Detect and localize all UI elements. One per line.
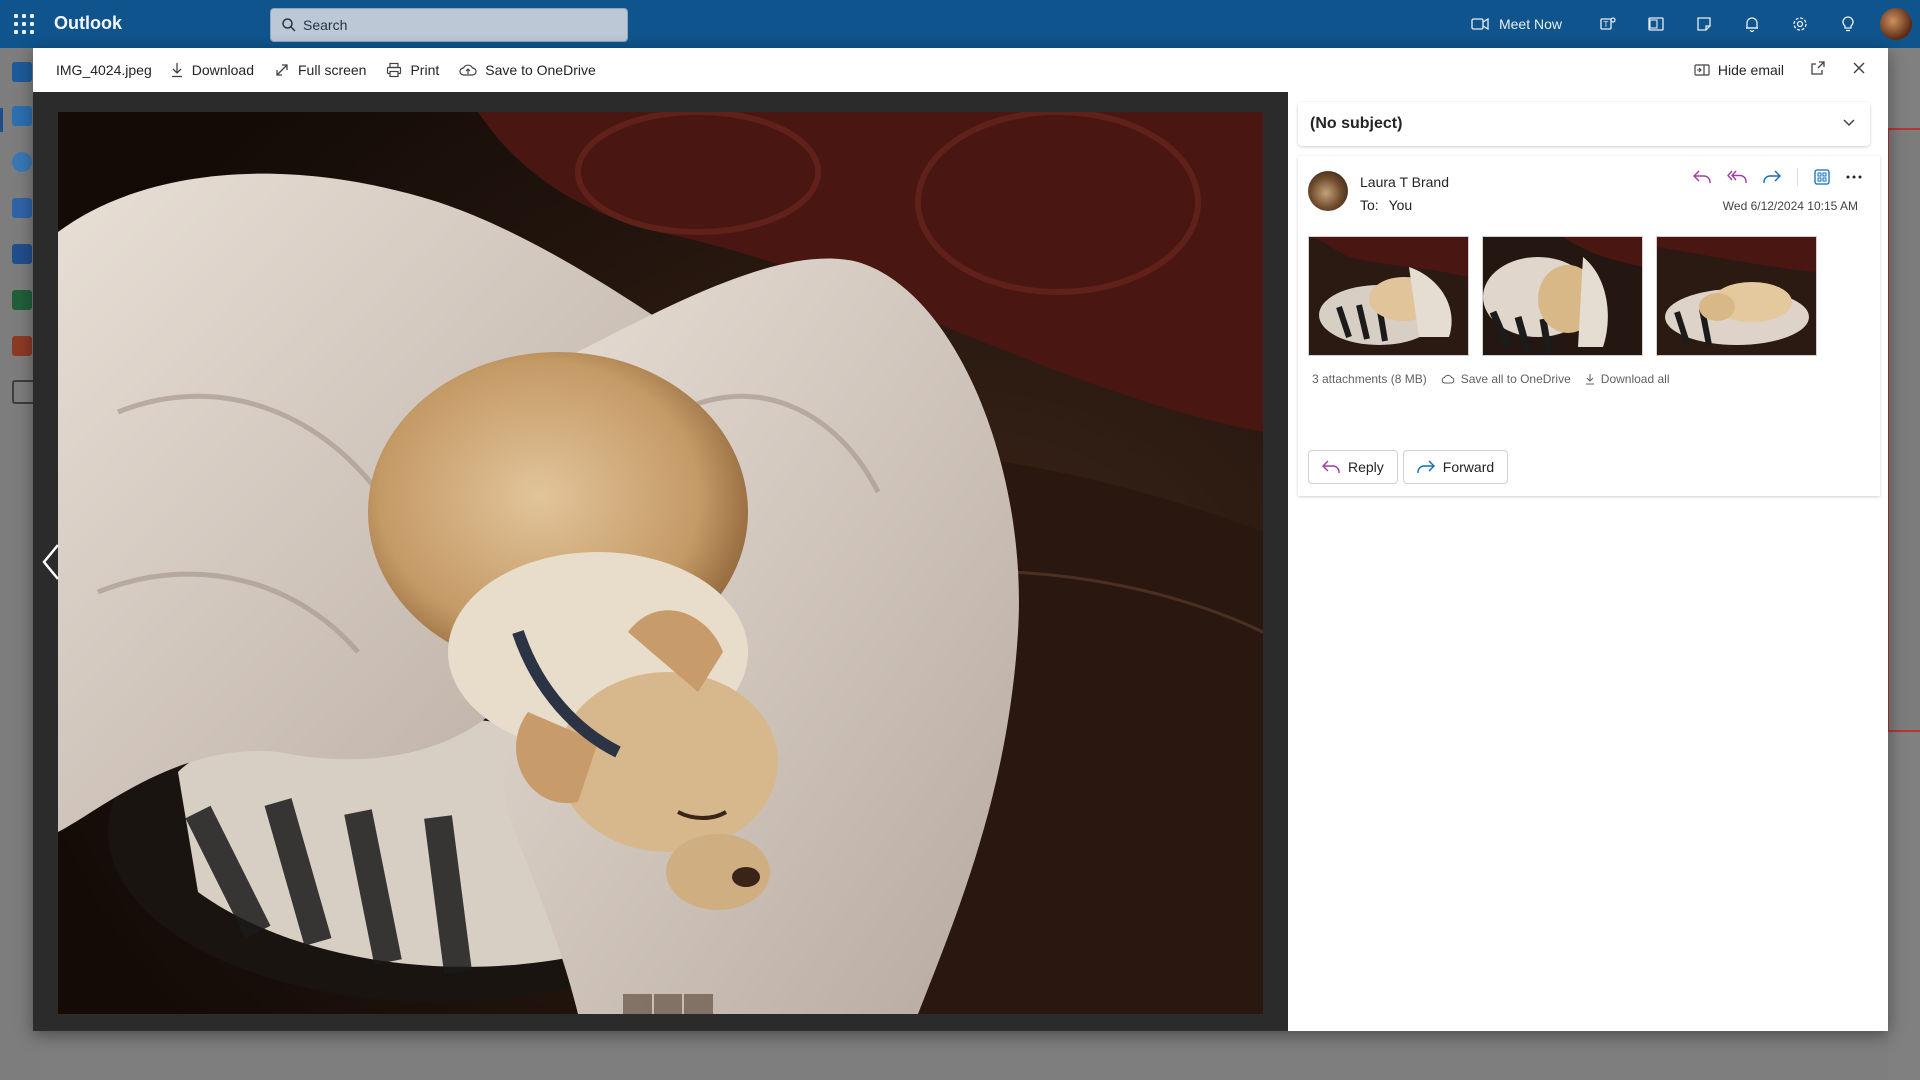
printer-icon [387, 62, 402, 78]
notes-icon[interactable] [1680, 0, 1728, 48]
teams-icon[interactable]: T [1584, 0, 1632, 48]
download-all-button[interactable]: Download all [1585, 372, 1670, 386]
attachments-count: 3 attachments (8 MB) [1312, 372, 1427, 386]
message-date: Wed 6/12/2024 10:15 AM [1722, 199, 1858, 213]
image-viewer [33, 92, 1288, 1031]
message-card: Laura T Brand To: You Wed 6/12/2024 10:1… [1298, 156, 1880, 496]
search-placeholder: Search [303, 17, 348, 33]
download-button[interactable]: Download [170, 62, 254, 78]
user-avatar[interactable] [1880, 8, 1912, 40]
download-label: Download [191, 62, 254, 78]
forward-icon [1417, 460, 1435, 473]
previous-image-button[interactable] [41, 542, 61, 587]
reply-all-icon[interactable] [1727, 170, 1747, 184]
to-value[interactable]: You [1389, 197, 1413, 213]
to-label: To: [1360, 197, 1379, 213]
attachments-summary: 3 attachments (8 MB) Save all to OneDriv… [1312, 372, 1670, 386]
hide-email-label: Hide email [1717, 62, 1784, 78]
print-button[interactable]: Print [386, 62, 439, 78]
calendar-icon[interactable] [12, 106, 32, 126]
forward-label: Forward [1442, 459, 1495, 475]
attachment-thumbnail[interactable] [1308, 236, 1469, 356]
bell-icon[interactable] [1728, 0, 1776, 48]
expand-icon [276, 64, 288, 76]
thumbnail-strip[interactable] [623, 994, 714, 1014]
attachments-list [1308, 236, 1817, 356]
email-subject: (No subject) [1310, 115, 1403, 132]
download-icon [1585, 374, 1594, 385]
word-icon[interactable] [12, 244, 32, 264]
sender-avatar[interactable] [1308, 171, 1348, 211]
forward-icon[interactable] [1763, 170, 1781, 184]
chevron-left-icon [42, 544, 59, 580]
chevron-down-icon[interactable] [1842, 116, 1856, 130]
cloud-upload-icon [459, 64, 477, 76]
lightbulb-icon[interactable] [1824, 0, 1872, 48]
email-pane: (No subject) Laura T Brand To: You Wed 6… [1288, 92, 1888, 1031]
save-all-label: Save all to OneDrive [1460, 372, 1571, 386]
print-label: Print [410, 62, 440, 78]
svg-text:T: T [1604, 20, 1609, 29]
forward-button[interactable]: Forward [1402, 450, 1509, 484]
message-actions [1693, 168, 1862, 186]
file-name: IMG_4024.jpeg [56, 62, 152, 78]
cloud-icon [1441, 374, 1454, 384]
background-ad-frame [1887, 128, 1920, 732]
reply-label: Reply [1348, 459, 1384, 475]
action-separator [1797, 168, 1798, 186]
todo-icon[interactable] [12, 198, 32, 218]
close-icon[interactable] [1852, 61, 1866, 80]
reply-icon [1322, 460, 1340, 473]
rail-selection-indicator [0, 108, 3, 132]
photo-sleeping-dog [58, 112, 1263, 1014]
powerpoint-icon[interactable] [12, 336, 32, 356]
sender-name[interactable]: Laura T Brand [1360, 174, 1449, 190]
gear-icon[interactable] [1776, 0, 1824, 48]
attachment-viewer-modal: IMG_4024.jpeg Download Full screen Print… [33, 48, 1888, 1031]
people-icon[interactable] [12, 152, 32, 172]
full-screen-label: Full screen [298, 62, 367, 78]
meet-now-label: Meet Now [1498, 16, 1562, 32]
download-icon [171, 63, 182, 78]
search-input[interactable]: Search [270, 8, 628, 42]
viewer-toolbar: IMG_4024.jpeg Download Full screen Print… [33, 48, 1888, 92]
more-options-icon[interactable] [1846, 175, 1862, 179]
reply-forward-bar: Reply Forward [1308, 450, 1509, 484]
recipient-line: To: You [1360, 197, 1412, 213]
reply-icon[interactable] [1693, 170, 1711, 184]
apps-grid-icon[interactable] [1814, 169, 1830, 185]
reply-button[interactable]: Reply [1308, 450, 1398, 484]
mail-icon[interactable] [12, 62, 32, 82]
video-camera-icon [1471, 17, 1489, 31]
attachment-thumbnail[interactable] [1656, 236, 1817, 356]
meet-now-button[interactable]: Meet Now [1471, 16, 1562, 32]
full-screen-button[interactable]: Full screen [274, 62, 366, 78]
top-app-bar: Outlook Search Meet Now T [0, 0, 1920, 48]
excel-icon[interactable] [12, 290, 32, 310]
app-name[interactable]: Outlook [54, 13, 122, 34]
search-icon [282, 18, 296, 32]
outlook-mail-icon[interactable] [1632, 0, 1680, 48]
subject-header[interactable]: (No subject) [1298, 102, 1870, 146]
save-all-onedrive-button[interactable]: Save all to OneDrive [1441, 372, 1571, 386]
hide-email-button[interactable]: Hide email [1694, 62, 1784, 78]
attachment-thumbnail[interactable] [1482, 236, 1643, 356]
save-to-onedrive-label: Save to OneDrive [485, 62, 596, 78]
panel-hide-icon [1694, 64, 1710, 76]
app-launcher-icon[interactable] [14, 14, 34, 34]
download-all-label: Download all [1600, 372, 1670, 386]
save-to-onedrive-button[interactable]: Save to OneDrive [459, 62, 596, 78]
pop-out-icon[interactable] [1810, 60, 1826, 81]
